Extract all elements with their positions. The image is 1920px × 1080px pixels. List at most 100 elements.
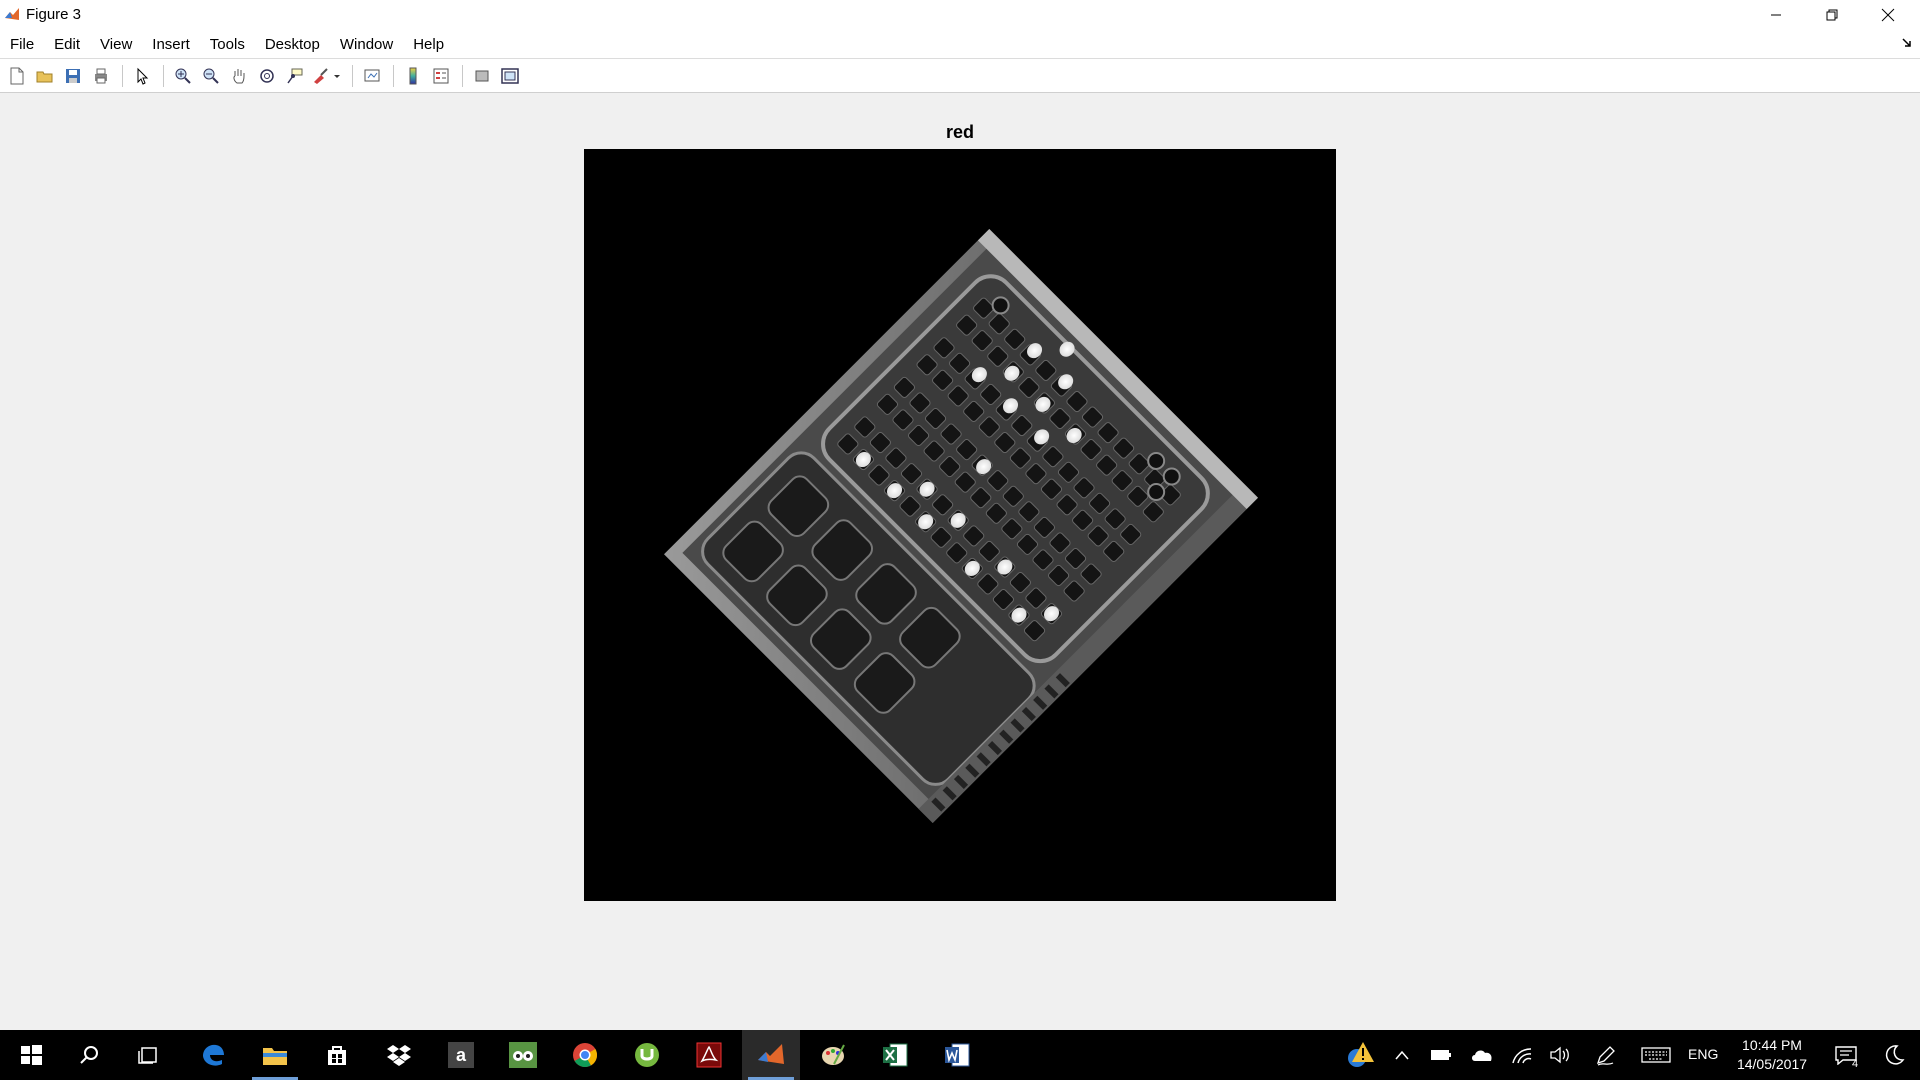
update-warning-tray[interactable]: [1340, 1030, 1380, 1080]
matlab-taskbar-button[interactable]: [742, 1030, 800, 1080]
new-figure-button[interactable]: [4, 63, 30, 89]
dock-figure-icon[interactable]: [1902, 38, 1912, 48]
task-view-button[interactable]: [120, 1030, 178, 1080]
rotate-3d-icon: [260, 68, 274, 83]
dropbox-taskbar-button[interactable]: [370, 1030, 428, 1080]
windows-taskbar: a ENG 10:44 PM 14/05/2017 4: [0, 1030, 1920, 1080]
show-plot-tools-button[interactable]: [497, 63, 523, 89]
chevron-up-icon: [1395, 1050, 1409, 1060]
excel-icon: [883, 1043, 908, 1067]
tripadvisor-taskbar-button[interactable]: [494, 1030, 552, 1080]
start-icon: [21, 1045, 42, 1065]
keyboard-icon: [1641, 1047, 1671, 1063]
show-hidden-icons-button[interactable]: [1388, 1030, 1416, 1080]
matlab-icon: [758, 1044, 784, 1064]
hide-plot-tools-button[interactable]: [469, 63, 495, 89]
word-icon: [945, 1043, 970, 1067]
utorrent-taskbar-button[interactable]: [618, 1030, 676, 1080]
edit-plot-button[interactable]: [129, 63, 155, 89]
menu-window[interactable]: Window: [340, 36, 393, 53]
battery-icon: [1431, 1050, 1451, 1060]
close-icon: [1881, 8, 1895, 22]
rotate-3d-button[interactable]: [254, 63, 280, 89]
insert-colorbar-button[interactable]: [400, 63, 426, 89]
word-taskbar-button[interactable]: [928, 1030, 986, 1080]
tripadvisor-icon: [509, 1042, 537, 1068]
pen-workspace-tray[interactable]: [1588, 1030, 1624, 1080]
edit-plot-icon: [137, 67, 149, 85]
zoom-out-icon: [203, 68, 219, 84]
link-plot-icon: [364, 69, 380, 81]
menu-file[interactable]: File: [10, 36, 34, 53]
onedrive-tray[interactable]: [1464, 1030, 1500, 1080]
amazon-taskbar-button[interactable]: a: [432, 1030, 490, 1080]
clock-time: 10:44 PM: [1742, 1037, 1802, 1053]
menu-edit[interactable]: Edit: [54, 36, 80, 53]
show-plot-tools-icon: [501, 67, 519, 84]
notification-count-badge: 4: [1852, 1058, 1859, 1070]
open-file-icon: [36, 71, 53, 82]
start-button[interactable]: [2, 1030, 60, 1080]
store-taskbar-button[interactable]: [308, 1030, 366, 1080]
search-button[interactable]: [60, 1030, 118, 1080]
dropbox-icon: [387, 1045, 411, 1066]
close-button[interactable]: [1860, 0, 1916, 30]
utorrent-icon: [635, 1043, 659, 1067]
volume-tray[interactable]: [1542, 1030, 1578, 1080]
update-warning-icon: [1348, 1042, 1374, 1067]
acrobat-taskbar-button[interactable]: [680, 1030, 738, 1080]
insert-legend-button[interactable]: [428, 63, 454, 89]
zoom-out-button[interactable]: [198, 63, 224, 89]
save-icon: [66, 68, 80, 83]
toolbar-separator: [393, 64, 394, 87]
clock-date: 14/05/2017: [1736, 1056, 1808, 1072]
chrome-taskbar-button[interactable]: [556, 1030, 614, 1080]
image-axes[interactable]: [584, 149, 1336, 901]
rotated-board: [664, 229, 1258, 823]
toolbar-separator: [462, 64, 463, 87]
wifi-tray[interactable]: [1504, 1030, 1540, 1080]
edge-icon: [203, 1044, 224, 1066]
minimize-button[interactable]: [1748, 0, 1804, 30]
axes-title: red: [945, 122, 974, 142]
data-cursor-button[interactable]: [282, 63, 308, 89]
menu-insert[interactable]: Insert: [152, 36, 190, 53]
file-explorer-taskbar-button[interactable]: [246, 1030, 304, 1080]
excel-taskbar-button[interactable]: [866, 1030, 924, 1080]
touch-keyboard-tray[interactable]: [1636, 1030, 1676, 1080]
zoom-in-button[interactable]: [170, 63, 196, 89]
window-title: Figure 3: [26, 6, 82, 23]
restore-button[interactable]: [1804, 0, 1860, 30]
volume-icon: [1550, 1046, 1569, 1064]
brush-button[interactable]: [310, 63, 344, 89]
paint-taskbar-button[interactable]: [804, 1030, 862, 1080]
system-clock[interactable]: 10:44 PM 14/05/2017: [1724, 1036, 1820, 1074]
menu-tools[interactable]: Tools: [210, 36, 245, 53]
focus-assist-button[interactable]: [1876, 1030, 1912, 1080]
hide-plot-tools-icon: [475, 70, 489, 81]
input-language[interactable]: ENG: [1688, 1046, 1718, 1062]
link-plot-button[interactable]: [359, 63, 385, 89]
open-file-button[interactable]: [32, 63, 58, 89]
action-center-button[interactable]: [1828, 1030, 1864, 1080]
print-icon: [95, 68, 107, 83]
insert-colorbar-icon: [409, 67, 417, 84]
menu-view[interactable]: View: [100, 36, 132, 53]
grayscale-image: [664, 229, 1258, 823]
menu-desktop[interactable]: Desktop: [265, 36, 320, 53]
pan-icon: [233, 68, 245, 83]
insert-legend-icon: [433, 68, 449, 83]
battery-tray[interactable]: [1424, 1030, 1458, 1080]
data-cursor-icon: [287, 68, 303, 83]
menu-bar: File Edit View Insert Tools Desktop Wind…: [0, 30, 1920, 59]
toolbar-separator: [122, 64, 123, 87]
pan-button[interactable]: [226, 63, 252, 89]
edge-taskbar-button[interactable]: [184, 1030, 242, 1080]
minimize-icon: [1771, 14, 1781, 16]
menu-help[interactable]: Help: [413, 36, 444, 53]
amazon-icon: a: [448, 1042, 474, 1068]
cloud-icon: [1472, 1050, 1492, 1061]
save-button[interactable]: [60, 63, 86, 89]
print-button[interactable]: [88, 63, 114, 89]
file-explorer-icon: [263, 1048, 287, 1065]
